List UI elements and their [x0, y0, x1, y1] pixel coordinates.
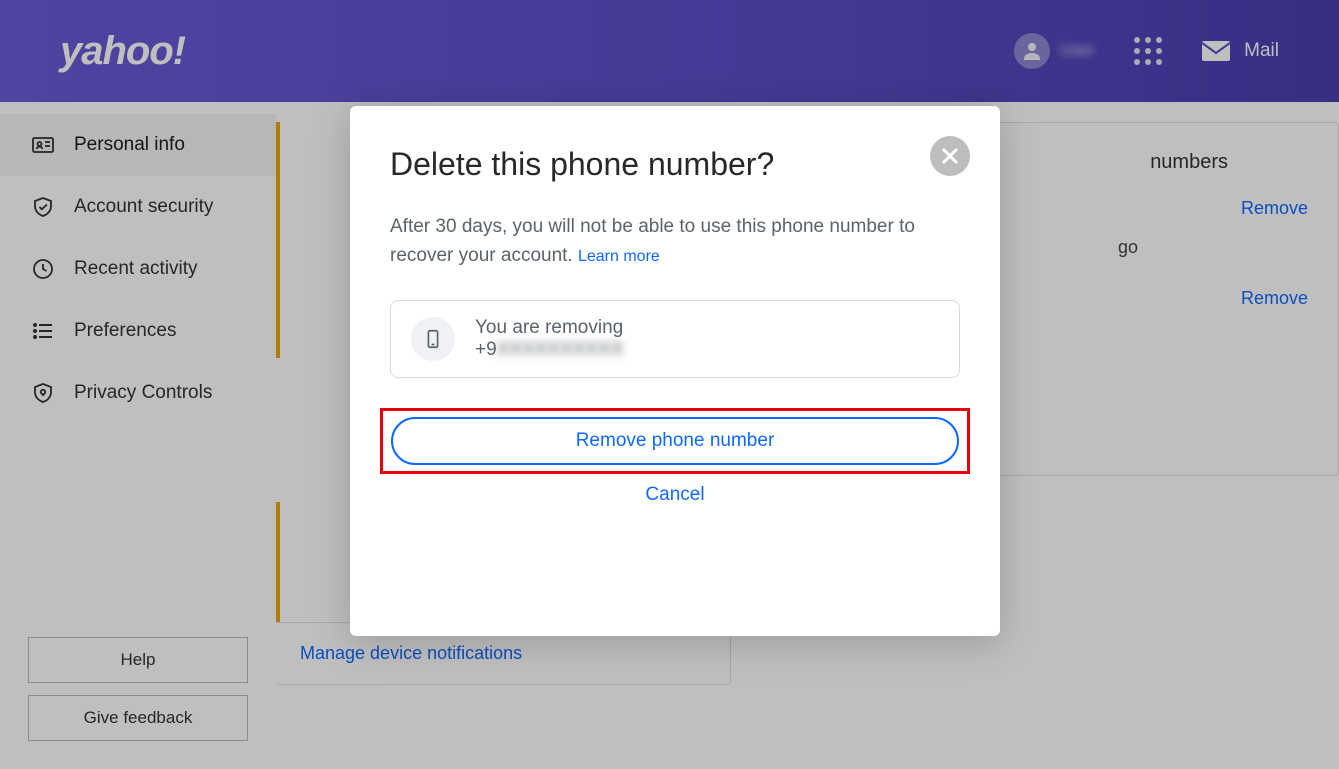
annotation-highlight: Remove phone number — [380, 408, 970, 474]
modal-description: After 30 days, you will not be able to u… — [390, 213, 960, 270]
cancel-link[interactable]: Cancel — [390, 484, 960, 506]
delete-phone-modal: Delete this phone number? After 30 days,… — [350, 106, 1000, 636]
close-icon — [941, 147, 959, 165]
learn-more-link[interactable]: Learn more — [578, 248, 660, 265]
close-button[interactable] — [930, 136, 970, 176]
phone-prefix: +9 — [475, 339, 497, 361]
phone-icon — [411, 317, 455, 361]
phone-number-box: You are removing +9 XXXXXXXXXX — [390, 300, 960, 378]
modal-title: Delete this phone number? — [390, 146, 960, 183]
remove-phone-number-button[interactable]: Remove phone number — [391, 417, 959, 465]
removing-label: You are removing — [475, 317, 623, 339]
phone-number-masked: XXXXXXXXXX — [497, 339, 624, 361]
